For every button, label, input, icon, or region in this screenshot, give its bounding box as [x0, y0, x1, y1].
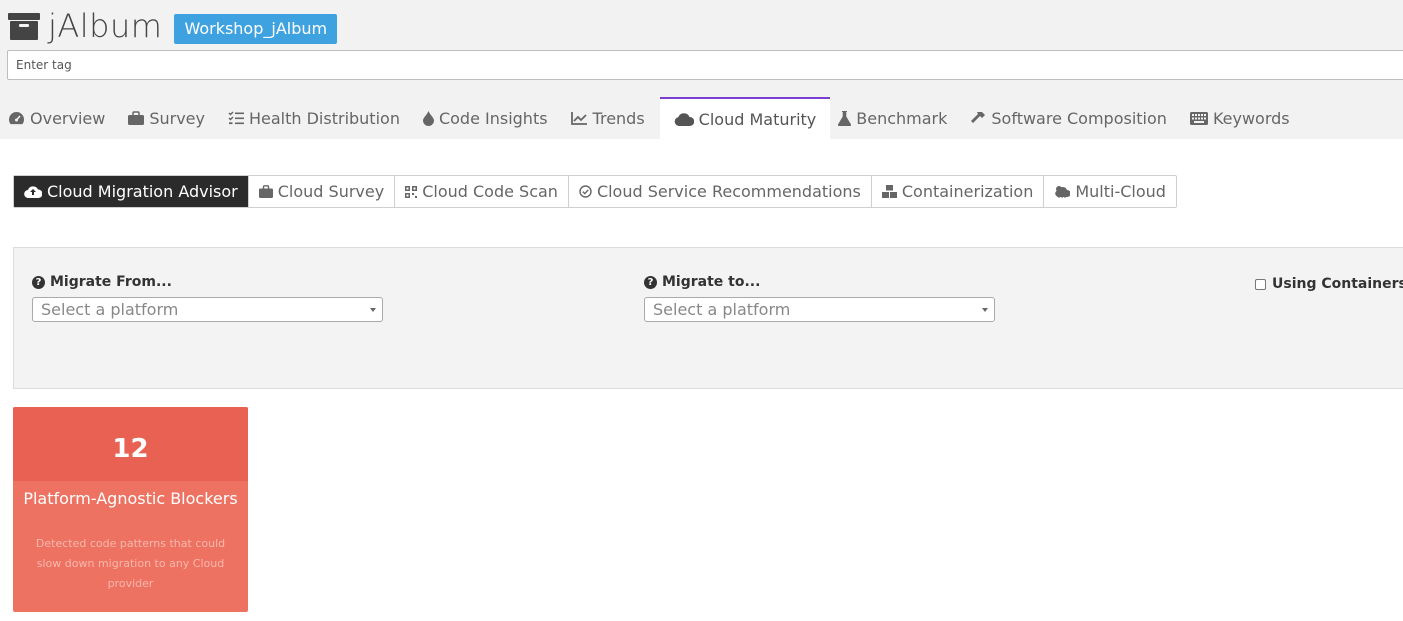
subtab-cloud-survey[interactable]: Cloud Survey	[249, 176, 396, 207]
using-containers-checkbox[interactable]	[1255, 278, 1266, 290]
migrate-from-label-text: Migrate From...	[50, 274, 172, 290]
tab-label: Health Distribution	[248, 108, 400, 128]
list-check-icon	[228, 111, 244, 125]
migrate-to-value: Select a platform	[653, 300, 791, 319]
tab-benchmark[interactable]: Benchmark	[830, 97, 962, 139]
question-circle-icon[interactable]: ?	[32, 275, 45, 289]
subtab-cloud-code-scan[interactable]: Cloud Code Scan	[395, 176, 569, 207]
subtab-containerization[interactable]: Containerization	[872, 176, 1045, 207]
migrate-from-label: ? Migrate From...	[32, 274, 172, 290]
tab-label: Software Composition	[991, 108, 1167, 128]
tab-health-distribution[interactable]: Health Distribution	[220, 97, 415, 139]
migrate-to-label-text: Migrate to...	[662, 274, 761, 290]
tab-keywords[interactable]: Keywords	[1182, 97, 1305, 139]
sub-tabs: Cloud Migration Advisor Cloud Survey Clo…	[13, 175, 1177, 208]
tab-label: Code Insights	[438, 108, 548, 128]
migrate-from-value: Select a platform	[41, 300, 179, 319]
subtab-label: Containerization	[901, 182, 1034, 201]
migrate-from-select[interactable]: Select a platform	[32, 297, 383, 322]
tab-label: Trends	[592, 108, 645, 128]
filter-panel: ? Migrate From... Select a platform ? Mi…	[13, 247, 1403, 389]
briefcase-icon	[258, 185, 273, 198]
tab-survey[interactable]: Survey	[120, 97, 220, 139]
card-header: 12	[13, 407, 248, 481]
line-chart-icon	[570, 111, 588, 125]
chevron-down-icon	[370, 308, 376, 312]
card-description: Detected code patterns that could slow d…	[35, 537, 226, 590]
subtab-label: Cloud Migration Advisor	[47, 182, 238, 201]
card-title: Platform-Agnostic Blockers	[23, 489, 238, 508]
cloud-icon	[674, 112, 694, 126]
chevron-down-icon	[982, 308, 988, 312]
tab-label: Keywords	[1212, 108, 1290, 128]
subtab-label: Cloud Code Scan	[422, 182, 558, 201]
question-circle-icon[interactable]: ?	[644, 275, 657, 289]
tag-input[interactable]	[7, 50, 1403, 80]
card-count: 12	[112, 434, 149, 464]
tab-label: Overview	[30, 108, 106, 128]
drop-icon	[422, 110, 434, 126]
cloud-sun-icon	[1054, 185, 1071, 198]
subtab-multi-cloud[interactable]: Multi-Cloud	[1044, 176, 1176, 207]
tab-label: Benchmark	[856, 108, 948, 128]
dashboard-icon	[8, 111, 25, 125]
tab-overview[interactable]: Overview	[0, 97, 120, 139]
using-containers-label: Using Containers	[1272, 276, 1403, 292]
subtab-cloud-migration-advisor[interactable]: Cloud Migration Advisor	[14, 176, 249, 207]
main-tabs: Overview Survey Health Distribution Code…	[0, 97, 1305, 139]
app-header: jAlbum Workshop_jAlbum	[8, 4, 338, 48]
platform-agnostic-blockers-card[interactable]: 12 Platform-Agnostic Blockers Detected c…	[13, 407, 248, 612]
tab-cloud-maturity[interactable]: Cloud Maturity	[659, 97, 831, 139]
hammer-icon	[970, 111, 986, 126]
archive-icon	[8, 11, 40, 41]
tab-trends[interactable]: Trends	[563, 97, 660, 139]
app-title: jAlbum	[48, 7, 163, 45]
briefcase-icon	[128, 111, 145, 125]
subtab-label: Cloud Survey	[277, 182, 385, 201]
cloud-upload-icon	[24, 185, 42, 198]
subtab-cloud-service-recommendations[interactable]: Cloud Service Recommendations	[569, 176, 872, 207]
project-badge[interactable]: Workshop_jAlbum	[174, 14, 338, 44]
boxes-icon	[881, 185, 897, 198]
tab-code-insights[interactable]: Code Insights	[415, 97, 563, 139]
using-containers-option[interactable]: Using Containers	[1255, 276, 1403, 292]
migrate-to-label: ? Migrate to...	[644, 274, 760, 290]
tab-software-composition[interactable]: Software Composition	[962, 97, 1182, 139]
flask-icon	[838, 110, 852, 126]
tab-label: Survey	[149, 108, 205, 128]
subtab-label: Cloud Service Recommendations	[596, 182, 861, 201]
keyboard-icon	[1189, 111, 1208, 125]
migrate-to-select[interactable]: Select a platform	[644, 297, 995, 322]
tab-label: Cloud Maturity	[698, 109, 817, 129]
qrcode-icon	[405, 185, 418, 198]
check-circle-icon	[579, 185, 592, 198]
subtab-label: Multi-Cloud	[1075, 182, 1166, 201]
